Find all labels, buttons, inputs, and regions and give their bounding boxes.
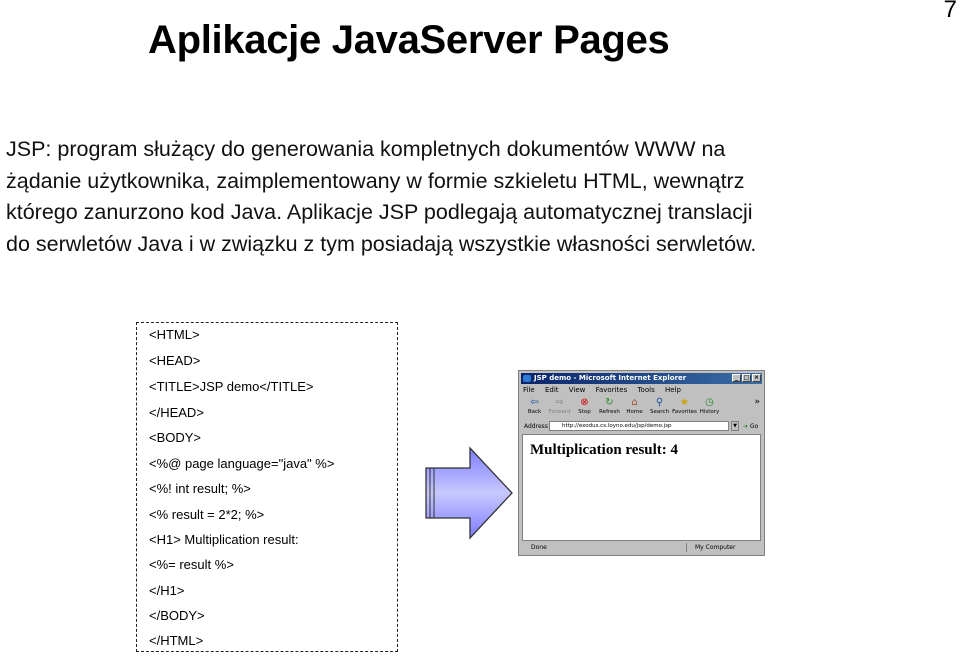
code-line: <H1> Multiplication result: (149, 532, 299, 547)
code-line: <BODY> (149, 430, 202, 445)
code-line: </HEAD> (149, 405, 204, 420)
favorites-button[interactable]: ★ Favorites (672, 397, 697, 419)
status-done: Done (531, 544, 547, 551)
code-line: </H1> (149, 583, 185, 598)
toolbar-overflow-icon[interactable]: » (754, 397, 760, 407)
forward-arrow-icon: ⇨ (555, 397, 564, 408)
code-line: <HTML> (149, 327, 200, 342)
browser-window: JSP demo - Microsoft Internet Explorer _… (518, 370, 765, 556)
address-input[interactable]: http://exodus.cs.loyno.edu/jsp/demo.jsp (549, 421, 729, 431)
go-arrow-icon: ➔ (743, 423, 749, 430)
code-line: <%@ page language="java" %> (149, 456, 335, 471)
history-button[interactable]: ◷ History (698, 397, 721, 419)
page-heading: Multiplication result: 4 (530, 442, 679, 458)
search-icon: ⚲ (655, 397, 664, 408)
paragraph-line: do serwletów Java i w związku z tym posi… (6, 232, 757, 257)
status-bar: Done My Computer (522, 542, 761, 553)
menu-view[interactable]: View (569, 386, 586, 394)
paragraph-line: którego zanurzono kod Java. Aplikacje JS… (6, 200, 753, 225)
search-button[interactable]: ⚲ Search (648, 397, 671, 419)
code-line: <%! int result; %> (149, 481, 251, 496)
menu-file[interactable]: File (523, 386, 535, 394)
minimize-button[interactable]: _ (732, 374, 741, 382)
code-line: </BODY> (149, 608, 205, 623)
code-line: <% result = 2*2; %> (149, 507, 265, 522)
page-viewport: Multiplication result: 4 (522, 434, 761, 541)
paragraph-line: żądanie użytkownika, zaimplementowany w … (6, 168, 745, 193)
close-button[interactable]: × (752, 374, 761, 382)
intro-paragraph: JSP: program służący do generowania komp… (6, 134, 956, 261)
menu-tools[interactable]: Tools (637, 386, 654, 394)
code-line: </HTML> (149, 633, 204, 648)
history-icon: ◷ (705, 397, 714, 408)
jsp-code-box: <HTML> <HEAD> <TITLE>JSP demo</TITLE> </… (136, 322, 398, 652)
refresh-icon: ↻ (605, 397, 614, 408)
browser-titlebar: JSP demo - Microsoft Internet Explorer _… (521, 373, 762, 384)
slide-title: Aplikacje JavaServer Pages (148, 18, 670, 62)
paragraph-line: JSP: program służący do generowania komp… (6, 137, 726, 161)
favorites-icon: ★ (680, 397, 689, 408)
menu-favorites[interactable]: Favorites (596, 386, 628, 394)
address-label: Address (524, 423, 548, 430)
status-zone: My Computer (695, 544, 736, 551)
slide-number: 7 (943, 0, 957, 23)
internet-explorer-icon (523, 375, 531, 382)
status-divider (686, 543, 687, 552)
right-arrow-icon (425, 446, 513, 540)
menu-help[interactable]: Help (665, 386, 681, 394)
stop-button[interactable]: ⊗ Stop (573, 397, 596, 419)
address-bar: Address http://exodus.cs.loyno.edu/jsp/d… (523, 421, 760, 432)
refresh-button[interactable]: ↻ Refresh (598, 397, 621, 419)
maximize-button[interactable]: □ (742, 374, 751, 382)
code-line: <%= result %> (149, 557, 234, 572)
back-arrow-icon: ⇦ (530, 397, 539, 408)
code-line: <TITLE>JSP demo</TITLE> (149, 379, 314, 394)
browser-toolbar: ⇦ Back ⇨ Forward ⊗ Stop ↻ Refresh ⌂ Home… (523, 397, 760, 419)
back-button[interactable]: ⇦ Back (523, 397, 546, 419)
stop-icon: ⊗ (580, 397, 589, 408)
window-title: JSP demo - Microsoft Internet Explorer (534, 374, 687, 382)
menu-bar: File Edit View Favorites Tools Help (523, 386, 689, 394)
code-line: <HEAD> (149, 353, 201, 368)
menu-edit[interactable]: Edit (545, 386, 559, 394)
home-icon: ⌂ (631, 397, 638, 408)
go-button[interactable]: ➔ Go (743, 421, 758, 432)
home-button[interactable]: ⌂ Home (623, 397, 646, 419)
forward-button[interactable]: ⇨ Forward (548, 397, 571, 419)
chevron-down-icon[interactable]: ▼ (731, 421, 739, 431)
